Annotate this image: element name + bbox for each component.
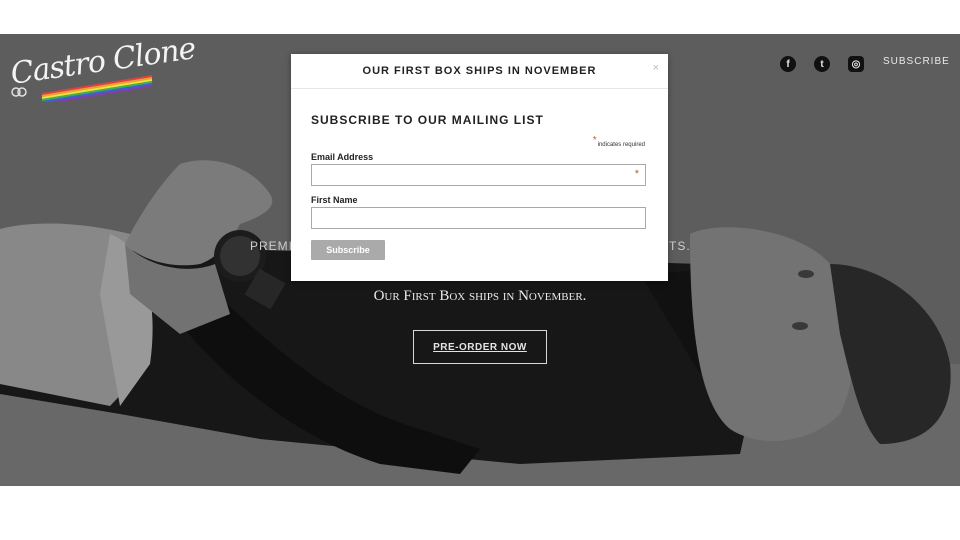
required-star: *	[592, 135, 597, 146]
subscribe-link[interactable]: SUBSCRIBE	[883, 56, 950, 67]
site-logo[interactable]: Castro Clone	[6, 34, 197, 102]
subscribe-modal: OUR FIRST BOX SHIPS IN NOVEMBER × SUBSCR…	[291, 54, 668, 281]
subscribe-button[interactable]: Subscribe	[311, 240, 385, 260]
first-name-label: First Name	[311, 195, 358, 205]
email-required-star: *	[634, 168, 639, 180]
facebook-icon[interactable]: f	[780, 56, 796, 72]
required-note-text: indicates required	[597, 142, 645, 148]
email-field[interactable]: *	[311, 164, 646, 186]
close-icon[interactable]: ×	[653, 62, 659, 74]
first-name-field[interactable]	[311, 207, 646, 229]
modal-header: OUR FIRST BOX SHIPS IN NOVEMBER ×	[291, 54, 668, 89]
required-note: *indicates required	[592, 135, 645, 149]
modal-title: OUR FIRST BOX SHIPS IN NOVEMBER	[362, 65, 597, 77]
instagram-icon[interactable]: ◎	[848, 56, 864, 72]
social-links: f t ◎	[780, 56, 864, 72]
rainbow-stripe-icon	[11, 75, 153, 102]
preorder-button[interactable]: PRE-ORDER NOW	[413, 330, 547, 364]
form-title: SUBSCRIBE TO OUR MAILING LIST	[311, 113, 544, 127]
mailing-list-form: SUBSCRIBE TO OUR MAILING LIST *indicates…	[311, 113, 646, 260]
twitter-icon[interactable]: t	[814, 56, 830, 72]
email-label: Email Address	[311, 152, 374, 162]
hero-subtitle: Our First Box ships in November.	[373, 288, 587, 304]
